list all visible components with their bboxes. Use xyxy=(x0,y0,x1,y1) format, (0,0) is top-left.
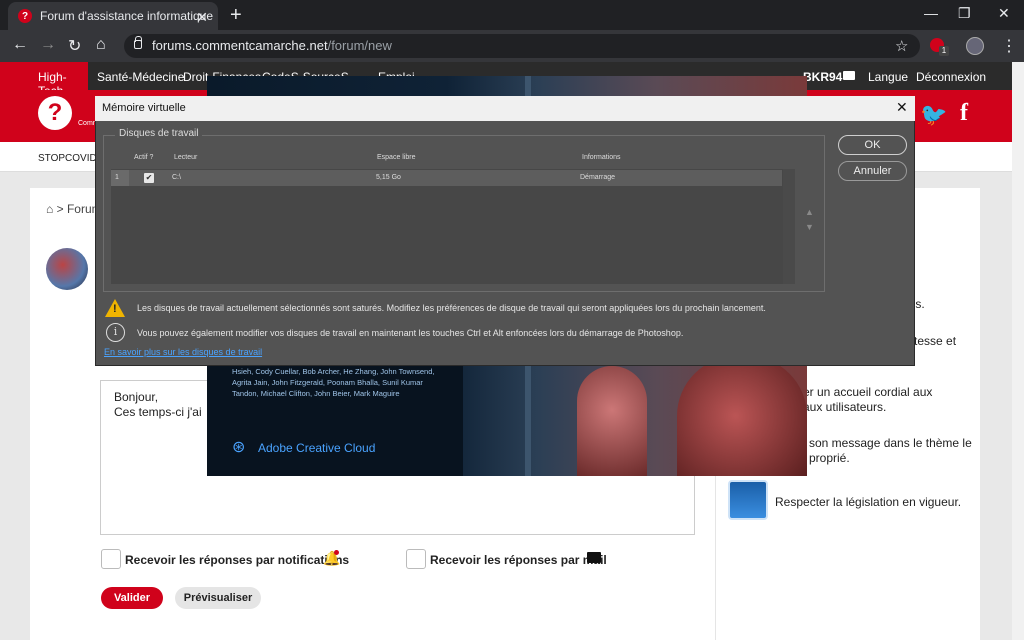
rule-fragment: proprié. xyxy=(809,451,850,465)
col-drive: Lecteur xyxy=(174,154,198,161)
minimize-icon[interactable]: — xyxy=(924,5,938,21)
nav-sante[interactable]: Santé-Médecine xyxy=(97,70,184,84)
dialog-close-icon[interactable]: ✕ xyxy=(896,99,908,116)
scratch-disks-table xyxy=(111,169,795,284)
page-scrollbar[interactable] xyxy=(1012,62,1024,640)
editor-line-2: Ces temps-ci j'ai xyxy=(114,405,202,419)
warning-message: Les disques de travail actuellement séle… xyxy=(137,303,766,313)
envelope-icon xyxy=(587,552,601,563)
reload-icon[interactable]: ↻ xyxy=(68,36,81,56)
row-index: 1 xyxy=(115,174,119,181)
rule-fragment: er un accueil cordial aux xyxy=(803,385,933,399)
splash-figure xyxy=(677,356,807,476)
ok-button[interactable]: OK xyxy=(838,135,907,155)
close-tab-icon[interactable]: ✕ xyxy=(196,9,208,26)
notify-checkbox[interactable] xyxy=(101,549,121,569)
username[interactable]: BKR94 xyxy=(803,70,842,84)
rule-fragment: aux utilisateurs. xyxy=(803,400,887,414)
close-window-icon[interactable]: ✕ xyxy=(998,5,1010,22)
menu-icon[interactable]: ⋮ xyxy=(1001,36,1017,56)
cancel-button[interactable]: Annuler xyxy=(838,161,907,181)
col-active: Actif ? xyxy=(134,154,154,161)
url-path: /forum/new xyxy=(327,38,392,53)
site-logo-icon[interactable]: ? xyxy=(38,96,72,130)
row-drive: C:\ xyxy=(172,174,181,181)
address-bar[interactable]: forums.commentcamarche.net/forum/new xyxy=(124,34,920,58)
url-host: forums.commentcamarche.net xyxy=(152,38,328,53)
notify-label: Recevoir les réponses par notifications xyxy=(125,553,350,567)
rule-fragment: son message dans le thème le xyxy=(809,436,972,450)
move-down-icon[interactable]: ▼ xyxy=(805,222,814,232)
row-free-space: 5,15 Go xyxy=(376,174,401,181)
favicon-icon: ? xyxy=(18,9,32,23)
dialog-title: Mémoire virtuelle xyxy=(95,96,915,121)
new-tab-icon[interactable]: + xyxy=(230,4,242,27)
mail-checkbox[interactable] xyxy=(406,549,426,569)
breadcrumb: ⌂ > Forum xyxy=(46,202,102,216)
law-icon xyxy=(728,480,768,520)
splash-figure xyxy=(577,366,647,476)
row-info: Démarrage xyxy=(580,174,616,181)
extension-badge: 1 xyxy=(939,46,949,56)
active-checkbox[interactable]: ✔ xyxy=(144,173,154,183)
creative-cloud-icon: ⊛ xyxy=(232,439,246,456)
nav-high-tech[interactable]: High-Tech xyxy=(0,62,88,98)
rule-text: Respecter la législation en vigueur. xyxy=(775,495,962,509)
browser-tab[interactable]: ? Forum d'assistance informatique ✕ xyxy=(8,2,218,30)
home-icon[interactable]: ⌂ xyxy=(96,36,106,54)
tab-title: Forum d'assistance informatique xyxy=(40,9,214,23)
learn-more-link[interactable]: En savoir plus sur les disques de travai… xyxy=(104,347,262,357)
preview-button[interactable]: Prévisualiser xyxy=(175,587,261,609)
validate-button[interactable]: Valider xyxy=(101,587,163,609)
profile-avatar[interactable] xyxy=(966,37,984,55)
avatar xyxy=(46,248,88,290)
warning-mark: ! xyxy=(113,303,117,315)
forward-icon[interactable]: → xyxy=(40,36,56,54)
group-label: Disques de travail xyxy=(115,128,203,139)
logout-link[interactable]: Déconnexion xyxy=(916,70,986,84)
col-free-space: Espace libre xyxy=(377,154,416,161)
editor-line-1: Bonjour, xyxy=(114,390,159,404)
language-link[interactable]: Langue xyxy=(868,70,908,84)
twitter-icon[interactable]: 🐦 xyxy=(920,102,947,128)
col-info: Informations xyxy=(582,154,621,161)
lock-icon xyxy=(134,36,142,49)
back-icon[interactable]: ← xyxy=(12,36,28,54)
facebook-icon[interactable]: f xyxy=(960,100,968,127)
splash-credits: Hsieh, Cody Cuellar, Bob Archer, He Zhan… xyxy=(232,367,435,398)
row-index-cell xyxy=(111,170,129,186)
home-breadcrumb-icon[interactable]: ⌂ xyxy=(46,202,53,216)
table-row[interactable] xyxy=(111,170,782,186)
info-message: Vous pouvez également modifier vos disqu… xyxy=(137,328,684,338)
move-up-icon[interactable]: ▲ xyxy=(805,207,814,217)
mail-icon[interactable] xyxy=(843,71,855,80)
mail-label: Recevoir les réponses par mail xyxy=(430,553,607,567)
maximize-icon[interactable]: ❐ xyxy=(958,5,971,22)
notification-dot xyxy=(334,550,339,555)
subnav-stopcovid[interactable]: STOPCOVID xyxy=(38,153,97,164)
info-icon: i xyxy=(106,323,125,342)
table-scrollbar[interactable] xyxy=(783,169,795,284)
creative-cloud-brand: Adobe Creative Cloud xyxy=(258,441,376,455)
bookmark-star-icon[interactable]: ☆ xyxy=(895,37,908,55)
